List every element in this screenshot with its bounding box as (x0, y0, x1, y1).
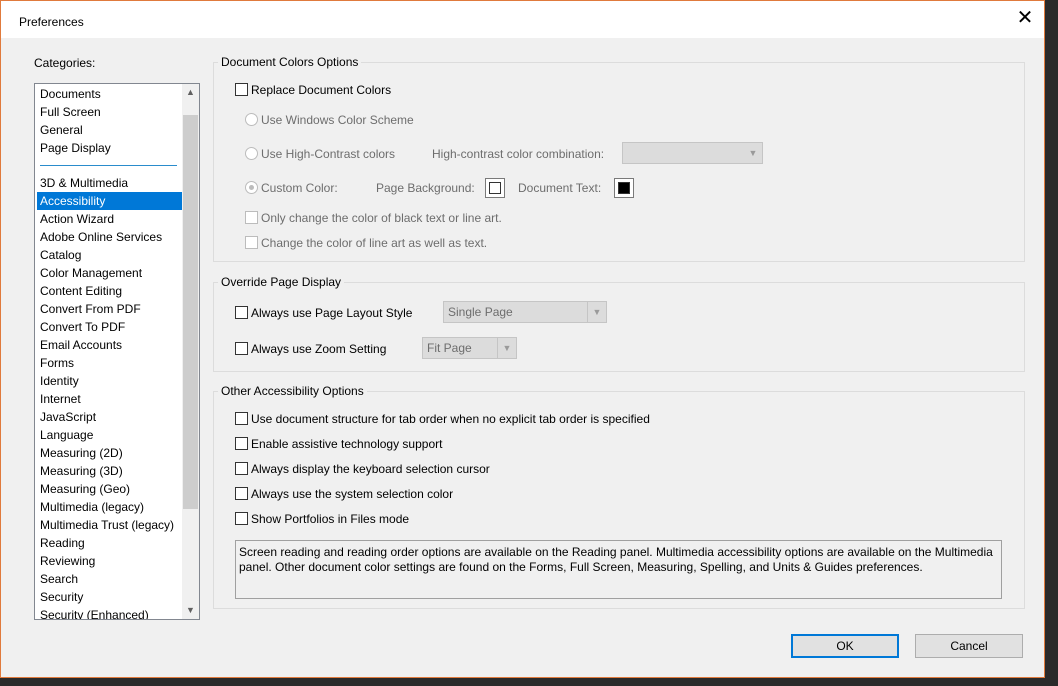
system-color-checkbox[interactable] (235, 487, 248, 500)
category-item[interactable]: Accessibility (37, 192, 182, 210)
title-bar: Preferences ✕ (1, 1, 1044, 38)
only-black-checkbox[interactable] (245, 211, 258, 224)
zoom-setting-checkbox[interactable] (235, 342, 248, 355)
zoom-setting-select[interactable]: Fit Page ▼ (422, 337, 517, 359)
page-layout-select[interactable]: Single Page ▼ (443, 301, 607, 323)
high-contrast-label: Use High-Contrast colors (261, 147, 396, 161)
category-item[interactable]: Internet (37, 390, 182, 408)
document-text-swatch[interactable] (614, 178, 634, 198)
hc-combination-select[interactable]: ▼ (622, 142, 763, 164)
scrollbar-thumb[interactable] (183, 115, 198, 509)
portfolios-label: Show Portfolios in Files mode (251, 512, 410, 526)
category-item[interactable]: Page Display (37, 139, 182, 157)
category-item[interactable]: General (37, 121, 182, 139)
chevron-down-icon: ▼ (748, 148, 758, 158)
zoom-setting-value: Fit Page (427, 341, 472, 355)
category-item[interactable]: 3D & Multimedia (37, 174, 182, 192)
tab-order-checkbox[interactable] (235, 412, 248, 425)
info-text-box: Screen reading and reading order options… (235, 540, 1002, 599)
categories-list[interactable]: ▲ ▼ Documents Full Screen General Page Disp… (34, 83, 200, 620)
document-text-label: Document Text: (518, 181, 602, 195)
custom-color-radio[interactable] (245, 181, 258, 194)
category-item[interactable]: Identity (37, 372, 182, 390)
document-colors-group: Document Colors Options Replace Document… (213, 55, 1025, 262)
tab-order-label: Use document structure for tab order whe… (251, 412, 650, 426)
chevron-down-icon: ▼ (587, 302, 606, 322)
category-item[interactable]: Convert To PDF (37, 318, 182, 336)
page-layout-label: Always use Page Layout Style (251, 306, 413, 320)
page-background-label: Page Background: (376, 181, 475, 195)
category-item[interactable]: Convert From PDF (37, 300, 182, 318)
category-item[interactable]: Security (Enhanced) (37, 606, 182, 619)
close-icon[interactable]: ✕ (1012, 7, 1038, 31)
category-item[interactable]: Adobe Online Services (37, 228, 182, 246)
custom-color-label: Custom Color: (261, 181, 338, 195)
category-item[interactable]: Reading (37, 534, 182, 552)
scroll-down-icon[interactable]: ▼ (182, 602, 199, 619)
category-separator (40, 165, 177, 166)
page-background-color (489, 182, 501, 194)
assistive-tech-label: Enable assistive technology support (251, 437, 443, 451)
assistive-tech-checkbox[interactable] (235, 437, 248, 450)
line-art-label: Change the color of line art as well as … (261, 236, 488, 250)
windows-scheme-radio[interactable] (245, 113, 258, 126)
line-art-checkbox[interactable] (245, 236, 258, 249)
category-item[interactable]: JavaScript (37, 408, 182, 426)
replace-colors-checkbox[interactable] (235, 83, 248, 96)
category-item[interactable]: Multimedia Trust (legacy) (37, 516, 182, 534)
category-item[interactable]: Action Wizard (37, 210, 182, 228)
category-item[interactable]: Reviewing (37, 552, 182, 570)
page-layout-value: Single Page (448, 305, 513, 319)
ok-button[interactable]: OK (791, 634, 899, 658)
only-black-label: Only change the color of black text or l… (261, 211, 502, 225)
high-contrast-radio[interactable] (245, 147, 258, 160)
categories-scrollbar[interactable]: ▲ ▼ (182, 84, 199, 619)
category-item[interactable]: Content Editing (37, 282, 182, 300)
category-item[interactable]: Catalog (37, 246, 182, 264)
other-accessibility-title: Other Accessibility Options (218, 384, 367, 398)
override-page-display-title: Override Page Display (218, 275, 345, 289)
preferences-dialog: Preferences ✕ Categories: ▲ ▼ Documents F… (0, 0, 1045, 678)
category-item[interactable]: Documents (37, 85, 182, 103)
override-page-display-group: Override Page Display Always use Page La… (213, 275, 1025, 372)
category-item[interactable]: Language (37, 426, 182, 444)
document-text-color (618, 182, 630, 194)
windows-scheme-label: Use Windows Color Scheme (261, 113, 414, 127)
category-item[interactable]: Forms (37, 354, 182, 372)
page-layout-checkbox[interactable] (235, 306, 248, 319)
category-item[interactable]: Search (37, 570, 182, 588)
category-item[interactable]: Email Accounts (37, 336, 182, 354)
dialog-title: Preferences (19, 15, 84, 29)
scroll-up-icon[interactable]: ▲ (182, 84, 199, 101)
cancel-button[interactable]: Cancel (915, 634, 1023, 658)
system-color-label: Always use the system selection color (251, 487, 454, 501)
category-item[interactable]: Color Management (37, 264, 182, 282)
zoom-setting-label: Always use Zoom Setting (251, 342, 387, 356)
document-colors-title: Document Colors Options (218, 55, 362, 69)
portfolios-checkbox[interactable] (235, 512, 248, 525)
keyboard-cursor-checkbox[interactable] (235, 462, 248, 475)
category-item[interactable]: Multimedia (legacy) (37, 498, 182, 516)
category-item[interactable]: Security (37, 588, 182, 606)
category-item[interactable]: Measuring (Geo) (37, 480, 182, 498)
keyboard-cursor-label: Always display the keyboard selection cu… (251, 462, 490, 476)
category-item[interactable]: Measuring (2D) (37, 444, 182, 462)
categories-label: Categories: (34, 56, 96, 70)
category-item[interactable]: Full Screen (37, 103, 182, 121)
category-item[interactable]: Measuring (3D) (37, 462, 182, 480)
hc-combination-label: High-contrast color combination: (432, 147, 605, 161)
chevron-down-icon: ▼ (497, 338, 516, 358)
replace-colors-label: Replace Document Colors (251, 83, 392, 97)
page-background-swatch[interactable] (485, 178, 505, 198)
